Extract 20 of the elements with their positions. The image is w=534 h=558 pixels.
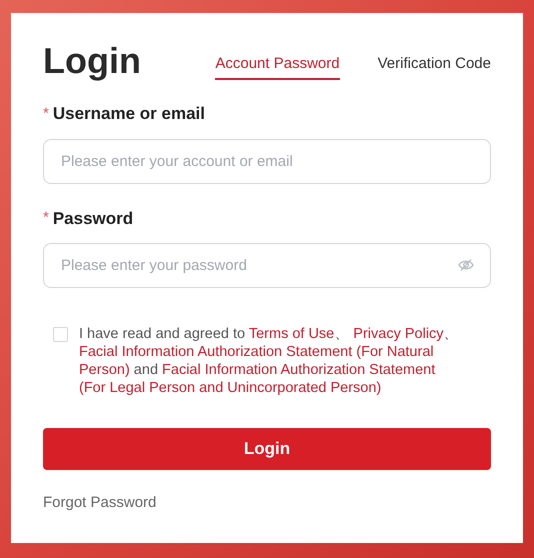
field-label: Username or email: [52, 103, 205, 125]
required-asterisk: *: [43, 208, 49, 228]
login-title: Login: [43, 39, 141, 83]
agreement-link[interactable]: Terms of Use: [248, 326, 334, 342]
login-button[interactable]: Login: [43, 428, 491, 470]
agreement-link[interactable]: Facial Information Authorization Statement (For Natural: [79, 344, 434, 360]
field-label: Password: [52, 208, 134, 230]
agreement-text: I have read and agreed to Terms of Use、 Privacy Policy、 Facial Information Authorization Statement (For Natural Person) and Facial Information Authorization Statement (For Legal Person and Unincorporated Person): [79, 325, 459, 397]
tab[interactable]: Account Password: [215, 52, 340, 80]
input-field[interactable]: Please enter your password: [43, 243, 491, 288]
agreement-link[interactable]: (For Legal Person and Unincorporated Person): [79, 380, 382, 396]
agreement-checkbox[interactable]: [53, 327, 68, 342]
forgot-password-link[interactable]: Forgot Password: [43, 492, 156, 514]
input-field[interactable]: Please enter your account or email: [43, 138, 491, 184]
agreement-link[interactable]: Person): [79, 362, 130, 378]
agreement-link[interactable]: Facial Information Authorization Statement: [162, 362, 436, 378]
required-asterisk: *: [43, 104, 49, 124]
eye-slash-icon[interactable]: [458, 258, 474, 272]
agreement-link[interactable]: Privacy Policy: [353, 326, 444, 342]
tab[interactable]: Verification Code: [378, 52, 491, 80]
